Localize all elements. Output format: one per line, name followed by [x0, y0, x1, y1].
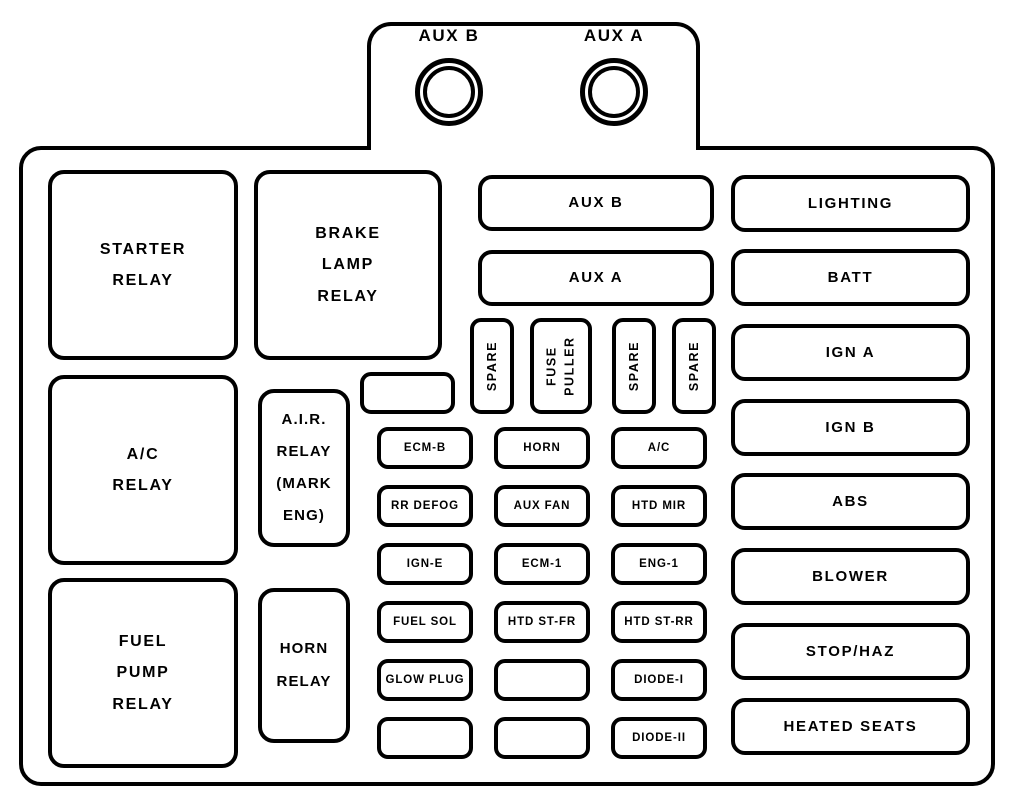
fuse-aux-a[interactable]: AUX A	[478, 250, 714, 306]
relay-brake-lamp-line-2: LAMP	[321, 256, 375, 274]
circular-stud-terminal-inner-icon	[423, 66, 475, 118]
slot-fuse-puller-label: FUSE PULLER	[543, 336, 579, 396]
fuse-ign-e-label: IGN-E	[406, 557, 444, 570]
fuse-glow-plug-label: GLOW PLUG	[385, 673, 465, 686]
fuse-heated-seats-label: HEATED SEATS	[783, 717, 918, 735]
fuse-ign-a[interactable]: IGN A	[731, 324, 970, 381]
relay-ac-line-2: RELAY	[112, 477, 174, 494]
fuse-ac[interactable]: A/C	[611, 427, 707, 469]
fuse-batt[interactable]: BATT	[731, 249, 970, 306]
fuse-ecm-1-label: ECM-1	[521, 557, 563, 570]
slot-spare-1-label: SPARE	[484, 340, 499, 392]
fuse-htd-st-fr[interactable]: HTD ST-FR	[494, 601, 590, 643]
fuse-fuel-sol-label: FUEL SOL	[393, 615, 457, 628]
fuse-diode-i[interactable]: DIODE-I	[611, 659, 707, 701]
fuse-htd-mir-label: HTD MIR	[631, 499, 687, 512]
relay-fuel-pump-line-3: RELAY	[112, 695, 174, 713]
relay-air-line-2: RELAY	[276, 442, 332, 460]
fuse-box-diagram: AUX B AUX A STARTER RELAY A/C RELAY FUEL…	[0, 0, 1024, 808]
slot-spare-2[interactable]: SPARE	[612, 318, 656, 414]
slot-spare-1[interactable]: SPARE	[470, 318, 514, 414]
relay-air-line-1: A.I.R.	[281, 410, 327, 428]
relay-starter-line-2: RELAY	[112, 272, 174, 289]
fuse-ecm-1[interactable]: ECM-1	[494, 543, 590, 585]
tab-enclosure-merge	[371, 142, 696, 152]
fuse-batt-label: BATT	[827, 268, 874, 286]
slot-fuse-puller-line-2: PULLER	[563, 336, 578, 396]
fuse-htd-st-fr-label: HTD ST-FR	[507, 615, 577, 628]
slot-spare-2-label: SPARE	[626, 340, 641, 392]
slot-spare-3[interactable]: SPARE	[672, 318, 716, 414]
fuse-ign-e[interactable]: IGN-E	[377, 543, 473, 585]
fuse-slot-empty-1[interactable]	[494, 659, 590, 701]
relay-brake-lamp[interactable]: BRAKE LAMP RELAY	[254, 170, 442, 360]
fuse-horn-label: HORN	[523, 441, 561, 454]
relay-fuel-pump[interactable]: FUEL PUMP RELAY	[48, 578, 238, 768]
fuse-diode-ii[interactable]: DIODE-II	[611, 717, 707, 759]
circular-stud-terminal-inner-icon	[588, 66, 640, 118]
aux-terminal-b-label: AUX B	[418, 26, 480, 45]
relay-brake-lamp-line-1: BRAKE	[315, 225, 381, 243]
fuse-ign-b[interactable]: IGN B	[731, 399, 970, 456]
fuse-lighting-label: LIGHTING	[807, 194, 894, 212]
fuse-stop-haz[interactable]: STOP/HAZ	[731, 623, 970, 680]
relay-ac-line-1: A/C	[126, 445, 160, 463]
fuse-aux-b[interactable]: AUX B	[478, 175, 714, 231]
fuse-fuel-sol[interactable]: FUEL SOL	[377, 601, 473, 643]
relay-starter[interactable]: STARTER RELAY	[48, 170, 238, 360]
fuse-blower[interactable]: BLOWER	[731, 548, 970, 605]
fuse-htd-st-rr-label: HTD ST-RR	[624, 615, 694, 628]
fuse-slot-empty-2[interactable]	[377, 717, 473, 759]
fuse-diode-i-label: DIODE-I	[634, 673, 684, 686]
fuse-htd-mir[interactable]: HTD MIR	[611, 485, 707, 527]
fuse-rr-defog[interactable]: RR DEFOG	[377, 485, 473, 527]
fuse-blower-label: BLOWER	[812, 567, 889, 585]
relay-fuel-pump-line-1: FUEL	[118, 633, 168, 651]
relay-starter-line-1: STARTER	[99, 240, 187, 258]
fuse-horn[interactable]: HORN	[494, 427, 590, 469]
relay-horn-line-1: HORN	[279, 640, 329, 658]
relay-air-line-4: ENG)	[283, 507, 325, 525]
slot-fuse-puller-line-1: FUSE	[544, 346, 559, 386]
relay-air-line-3: (MARK	[276, 475, 332, 492]
fuse-ign-b-label: IGN B	[825, 418, 876, 436]
fuse-rr-defog-label: RR DEFOG	[391, 499, 459, 512]
fuse-ecm-b[interactable]: ECM-B	[377, 427, 473, 469]
fuse-htd-st-rr[interactable]: HTD ST-RR	[611, 601, 707, 643]
fuse-glow-plug[interactable]: GLOW PLUG	[377, 659, 473, 701]
relay-horn-line-2: RELAY	[276, 672, 332, 690]
fuse-eng-1[interactable]: ENG-1	[611, 543, 707, 585]
fuse-aux-fan-label: AUX FAN	[513, 499, 571, 512]
fuse-ac-label: A/C	[647, 441, 671, 454]
fuse-aux-fan[interactable]: AUX FAN	[494, 485, 590, 527]
fuse-slot-blank-top[interactable]	[360, 372, 455, 414]
fuse-stop-haz-label: STOP/HAZ	[805, 642, 896, 660]
fuse-abs-label: ABS	[832, 492, 869, 510]
relay-ac[interactable]: A/C RELAY	[48, 375, 238, 565]
fuse-heated-seats[interactable]: HEATED SEATS	[731, 698, 970, 755]
relay-horn[interactable]: HORN RELAY	[258, 588, 350, 743]
relay-fuel-pump-line-2: PUMP	[116, 664, 170, 682]
slot-fuse-puller[interactable]: FUSE PULLER	[530, 318, 592, 414]
relay-brake-lamp-line-3: RELAY	[317, 287, 379, 305]
fuse-aux-a-label: AUX A	[568, 269, 624, 287]
relay-air[interactable]: A.I.R. RELAY (MARK ENG)	[258, 389, 350, 547]
fuse-diode-ii-label: DIODE-II	[632, 731, 686, 744]
slot-spare-3-label: SPARE	[686, 340, 701, 392]
fuse-ecm-b-label: ECM-B	[403, 441, 447, 454]
fuse-eng-1-label: ENG-1	[639, 557, 679, 570]
fuse-slot-empty-3[interactable]	[494, 717, 590, 759]
aux-terminal-a-label: AUX A	[583, 26, 645, 45]
fuse-aux-b-label: AUX B	[568, 194, 624, 212]
fuse-ign-a-label: IGN A	[825, 343, 876, 361]
fuse-lighting[interactable]: LIGHTING	[731, 175, 970, 232]
fuse-abs[interactable]: ABS	[731, 473, 970, 530]
